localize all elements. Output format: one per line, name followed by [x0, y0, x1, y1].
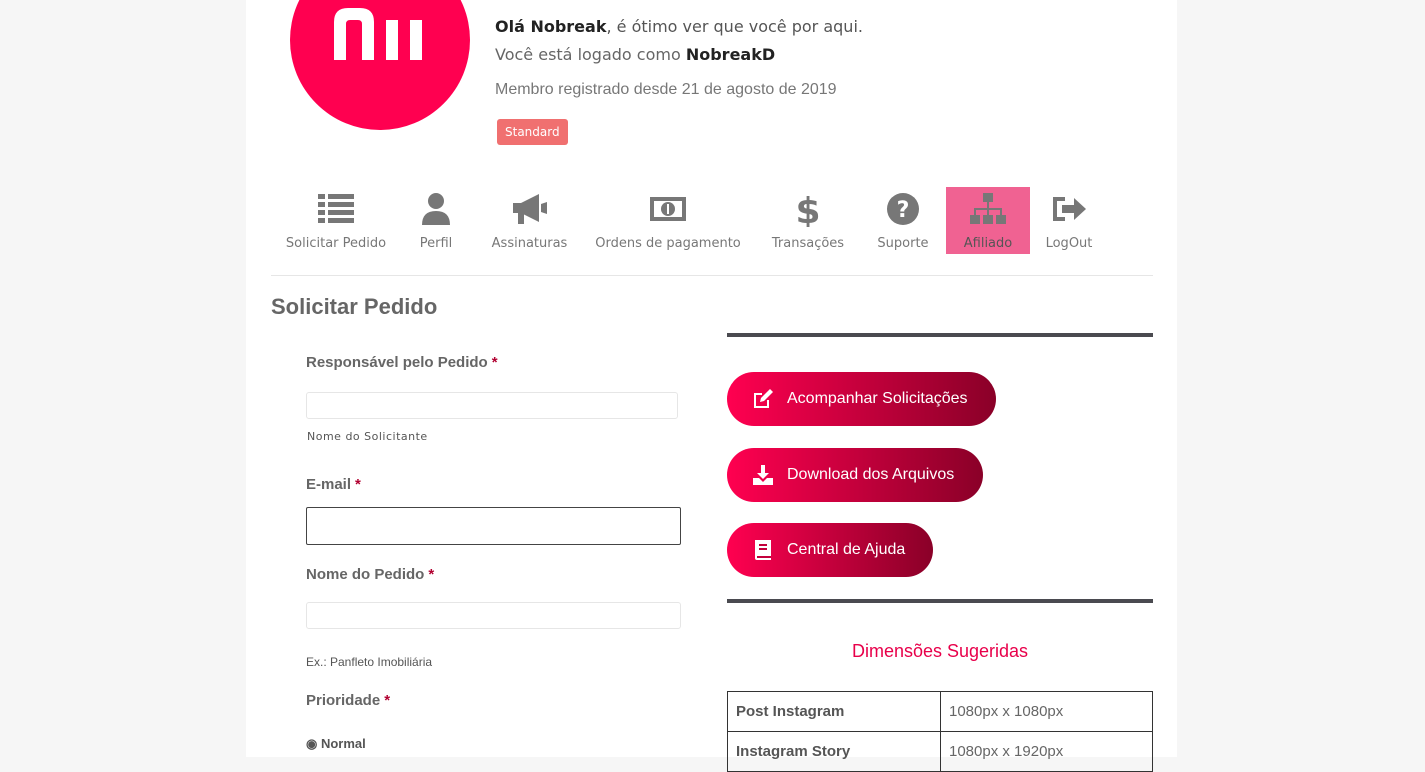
required-mark: *: [384, 692, 391, 709]
list-icon: [318, 194, 354, 223]
megaphone-icon: [512, 194, 547, 224]
member-since: Membro registrado desde 21 de agosto de …: [495, 81, 837, 98]
email-label-text: E-mail: [306, 476, 352, 493]
prioridade-label: Prioridade *: [306, 692, 390, 709]
plan-badge: Standard: [497, 119, 568, 145]
dimensoes-title: Dimensões Sugeridas: [851, 641, 1029, 661]
svg-text:$: $: [795, 191, 820, 227]
dim-name: Post Instagram: [727, 691, 941, 732]
nome-pedido-input[interactable]: [306, 602, 681, 629]
username: NobreakD: [685, 45, 776, 64]
nav-label: Perfil: [419, 236, 453, 251]
acompanhar-label: Acompanhar Solicitações: [787, 390, 968, 407]
nav-label: Ordens de pagamento: [595, 236, 741, 251]
responsavel-input[interactable]: [306, 392, 678, 419]
required-mark: *: [428, 566, 435, 583]
divider-bottom: [727, 599, 1153, 603]
download-icon: [753, 465, 773, 485]
responsavel-label-text: Responsável pelo Pedido: [306, 354, 488, 371]
sign-out-icon: [1053, 197, 1086, 221]
nav-item-perfil[interactable]: Perfil: [411, 187, 461, 254]
dashboard-nav: Solicitar Pedido Perfil Assinaturas Orde…: [271, 187, 1153, 276]
nubank-logo-icon: [334, 8, 422, 60]
nav-item-suporte[interactable]: ? Suporte: [873, 187, 933, 254]
svg-text:?: ?: [897, 198, 910, 223]
prioridade-radio-normal[interactable]: ◉ Normal: [306, 736, 366, 752]
email-label: E-mail *: [306, 476, 361, 493]
nome-pedido-label-text: Nome do Pedido: [306, 566, 425, 583]
page-container: Olá Nobreak, é ótimo ver que você por aq…: [246, 0, 1177, 772]
responsavel-hint: Nome do Solicitante: [307, 430, 428, 443]
acompanhar-solicitacoes-button[interactable]: Acompanhar Solicitações: [727, 372, 996, 426]
sitemap-icon: [970, 193, 1006, 224]
radio-checked-icon: ◉: [306, 736, 318, 751]
nav-label: Transações: [771, 236, 845, 251]
page-title: Solicitar Pedido: [271, 294, 438, 319]
central-ajuda-button[interactable]: Central de Ajuda: [727, 523, 933, 577]
nav-label: Solicitar Pedido: [285, 236, 387, 251]
dim-name: Instagram Story: [727, 731, 941, 772]
greeting-name: Olá Nobreak: [495, 17, 607, 36]
nav-item-transacoes[interactable]: $ Transações: [768, 187, 848, 254]
download-arquivos-button[interactable]: Download dos Arquivos: [727, 448, 983, 502]
ajuda-label: Central de Ajuda: [787, 541, 906, 558]
prioridade-option-label: Normal: [320, 736, 366, 751]
logged-in-text: Você está logado como NobreakD: [495, 45, 775, 64]
user-icon: [422, 193, 450, 225]
greeting-rest: , é ótimo ver que você por aqui.: [606, 17, 863, 36]
dimensoes-table: Post Instagram 1080px x 1080px Instagram…: [727, 691, 1153, 772]
responsavel-label: Responsável pelo Pedido *: [306, 354, 498, 371]
edit-icon: [754, 389, 773, 408]
question-circle-icon: ?: [887, 193, 919, 225]
nav-item-logout[interactable]: LogOut: [1039, 187, 1099, 254]
nav-item-assinaturas[interactable]: Assinaturas: [486, 187, 573, 254]
logged-prefix: Você está logado como: [495, 45, 681, 64]
nav-label: Suporte: [877, 236, 929, 251]
nav-item-afiliado[interactable]: Afiliado: [946, 187, 1030, 254]
book-icon: [755, 540, 771, 560]
greeting-text: Olá Nobreak, é ótimo ver que você por aq…: [495, 17, 863, 36]
required-mark: *: [491, 354, 498, 371]
divider-top: [727, 333, 1153, 337]
nome-pedido-hint: Ex.: Panfleto Imobiliária: [306, 655, 433, 669]
money-bill-icon: [650, 197, 686, 221]
table-row: Post Instagram 1080px x 1080px: [727, 691, 1153, 732]
nav-item-ordens-pagamento[interactable]: Ordens de pagamento: [593, 187, 743, 254]
dim-size: 1080px x 1920px: [940, 731, 1153, 772]
nav-item-solicitar-pedido[interactable]: Solicitar Pedido: [283, 187, 389, 254]
table-row: Instagram Story 1080px x 1920px: [727, 731, 1153, 772]
brand-logo: [290, 0, 470, 130]
email-input[interactable]: [306, 507, 681, 545]
download-label: Download dos Arquivos: [787, 466, 955, 483]
required-mark: *: [355, 476, 361, 493]
nome-pedido-label: Nome do Pedido *: [306, 566, 434, 583]
dollar-icon: $: [795, 191, 820, 227]
dim-size: 1080px x 1080px: [940, 691, 1153, 732]
nav-label: LogOut: [1045, 236, 1093, 251]
prioridade-label-text: Prioridade: [306, 692, 381, 709]
nav-label: Afiliado: [963, 236, 1013, 251]
nav-label: Assinaturas: [491, 236, 568, 251]
